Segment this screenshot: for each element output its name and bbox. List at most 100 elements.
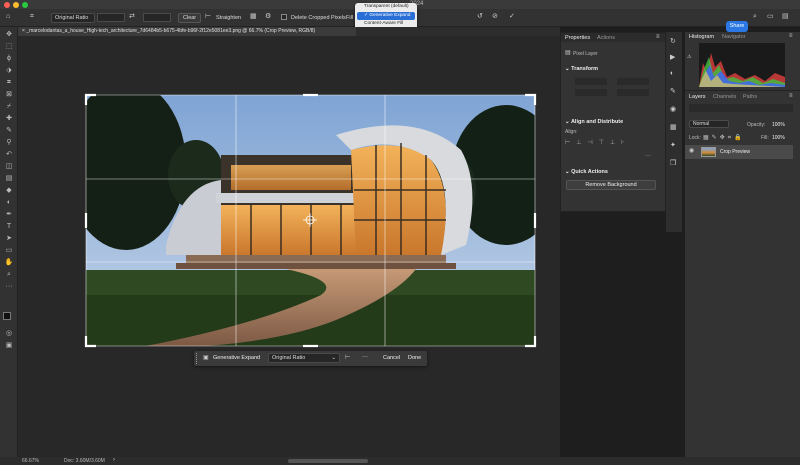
move-tool-icon[interactable]: ✥ xyxy=(4,31,14,38)
lasso-tool-icon[interactable]: ϕ xyxy=(4,55,14,62)
pen-tool-icon[interactable]: ✒ xyxy=(4,211,14,218)
quick-mask-icon[interactable]: ◎ xyxy=(4,330,14,337)
crop-overlay[interactable] xyxy=(18,36,560,457)
swap-dimensions-icon[interactable]: ⇄ xyxy=(129,13,135,20)
frame-tool-icon[interactable]: ⊠ xyxy=(4,91,14,98)
zoom-tool-icon[interactable]: ⌕ xyxy=(4,271,14,278)
tab-properties[interactable]: Properties xyxy=(565,35,590,41)
align-header[interactable]: ⌄ Align and Distribute xyxy=(565,119,623,125)
layer-visibility-eye-icon[interactable]: ◉ xyxy=(689,148,694,155)
lock-buttons-icon[interactable]: ▦✎✥⌗🔒 xyxy=(703,134,745,142)
transform-h-field[interactable] xyxy=(617,78,649,85)
color-panel-icon[interactable]: ◉ xyxy=(670,106,676,113)
cancel-button[interactable]: Cancel xyxy=(383,355,400,361)
transform-w-field[interactable] xyxy=(575,78,607,85)
eraser-tool-icon[interactable]: ◫ xyxy=(4,163,14,170)
reset-icon[interactable]: ↺ xyxy=(477,13,483,20)
delete-cropped-checkbox[interactable] xyxy=(281,14,287,20)
more-tools-icon[interactable]: ··· xyxy=(4,283,14,290)
zoom-window-button[interactable] xyxy=(22,2,28,8)
tools-panel: ✥ ⬚ ϕ ⬗ ⌗ ⊠ ⌿ ✚ ✎ ⚲ ↶ ◫ ▤ ◆ ◐ ✒ T ➤ ▭ ✋ … xyxy=(0,27,18,457)
more-options-button[interactable]: ··· xyxy=(362,354,368,360)
layer-row[interactable]: ◉ Crop Preview xyxy=(685,145,793,159)
styles-icon[interactable]: ✦ xyxy=(670,142,676,149)
play-action-icon[interactable]: ▶ xyxy=(670,54,675,61)
libraries-icon[interactable]: ❒ xyxy=(670,160,676,167)
opacity-value[interactable]: 100% xyxy=(772,122,785,128)
blend-mode-dropdown[interactable]: Normal xyxy=(689,120,729,128)
brush-settings-icon[interactable]: ✎ xyxy=(670,88,676,95)
straighten-task-icon[interactable]: ⊢ xyxy=(345,355,350,362)
cancel-crop-icon[interactable]: ⊘ xyxy=(492,13,498,20)
home-icon[interactable]: ⌂ xyxy=(6,13,10,20)
straighten-icon[interactable]: ⊢ xyxy=(205,13,211,20)
panel-menu-icon[interactable]: ≡ xyxy=(656,34,660,41)
layer-filter-bar[interactable] xyxy=(689,104,793,112)
tab-histogram[interactable]: Histogram xyxy=(689,34,714,40)
minimize-window-button[interactable] xyxy=(13,2,19,8)
tab-layers[interactable]: Layers xyxy=(689,94,706,100)
layers-menu-icon[interactable]: ≡ xyxy=(789,93,793,100)
taskbar-ratio-dropdown[interactable]: Original Ratio ⌄ xyxy=(268,353,340,363)
crop-tool-icon[interactable]: ⌗ xyxy=(30,13,34,20)
crop-handles[interactable] xyxy=(84,93,537,348)
share-button[interactable]: Share xyxy=(726,21,748,32)
done-button[interactable]: Done xyxy=(408,355,421,361)
histogram-refresh-icon[interactable]: ⚠ xyxy=(687,54,691,61)
status-arrow-icon[interactable]: › xyxy=(113,457,115,464)
generative-expand-label[interactable]: Generative Expand xyxy=(213,355,260,361)
type-tool-icon[interactable]: T xyxy=(4,223,14,230)
horizontal-scrollbar[interactable] xyxy=(288,459,368,463)
fill-option-generative-expand[interactable]: ✓ Generative Expand xyxy=(357,11,415,20)
workspace-icon[interactable]: ▭ xyxy=(767,13,774,20)
close-window-button[interactable] xyxy=(4,2,10,8)
screen-mode-icon[interactable]: ▣ xyxy=(4,342,14,349)
arrange-icon[interactable]: ▤ xyxy=(782,13,789,20)
align-buttons-icon[interactable]: ⊢⊥⊣⊤⊥⊦ xyxy=(565,139,630,146)
fill-option-transparent[interactable]: Transparent (default) xyxy=(355,3,417,12)
layer-name: Crop Preview xyxy=(720,149,751,155)
tab-actions[interactable]: Actions xyxy=(597,35,615,41)
crop-height-field[interactable] xyxy=(143,13,171,22)
transform-x-field[interactable] xyxy=(575,89,607,96)
straighten-label[interactable]: Straighten xyxy=(216,15,241,21)
zoom-level[interactable]: 66.67% xyxy=(22,458,39,464)
search-icon[interactable]: ⌕ xyxy=(753,13,757,20)
adjustments-icon[interactable]: ◐ xyxy=(670,70,674,77)
swatches-icon[interactable]: ▦ xyxy=(670,124,677,131)
clear-button[interactable]: Clear xyxy=(178,13,202,23)
object-select-tool-icon[interactable]: ⬗ xyxy=(4,67,14,74)
blur-tool-icon[interactable]: ◆ xyxy=(4,187,14,194)
fill-opacity-value[interactable]: 100% xyxy=(772,135,785,141)
foreground-color-swatch[interactable] xyxy=(3,312,11,320)
grid-overlay-icon[interactable]: ▦ xyxy=(250,13,257,20)
tab-channels[interactable]: Channels xyxy=(713,94,736,100)
gradient-tool-icon[interactable]: ▤ xyxy=(4,175,14,182)
crop-width-field[interactable] xyxy=(97,13,125,22)
histogram-menu-icon[interactable]: ≡ xyxy=(789,33,793,40)
transform-header[interactable]: ⌄ Transform xyxy=(565,66,598,72)
dodge-tool-icon[interactable]: ◐ xyxy=(4,199,14,206)
history-panel-icon[interactable]: ↻ xyxy=(670,38,676,45)
transform-y-field[interactable] xyxy=(617,89,649,96)
crop-ratio-dropdown[interactable]: Original Ratio xyxy=(51,13,95,23)
document-tab[interactable]: × _marcelodantas_a_house_High-tech_archi… xyxy=(18,27,356,36)
settings-gear-icon[interactable]: ⚙ xyxy=(265,13,271,20)
marquee-tool-icon[interactable]: ⬚ xyxy=(4,43,14,50)
clone-stamp-icon[interactable]: ⚲ xyxy=(4,139,14,146)
brush-tool-icon[interactable]: ✎ xyxy=(4,127,14,134)
hand-tool-icon[interactable]: ✋ xyxy=(4,259,14,266)
commit-crop-icon[interactable]: ✓ xyxy=(509,13,515,20)
healing-brush-icon[interactable]: ✚ xyxy=(4,115,14,122)
path-select-icon[interactable]: ➤ xyxy=(4,235,14,242)
tab-navigator[interactable]: Navigator xyxy=(722,34,746,40)
history-brush-icon[interactable]: ↶ xyxy=(4,151,14,158)
crop-tool-active-icon[interactable]: ⌗ xyxy=(4,79,14,86)
tab-paths[interactable]: Paths xyxy=(743,94,757,100)
shape-tool-icon[interactable]: ▭ xyxy=(4,247,14,254)
remove-background-button[interactable]: Remove Background xyxy=(566,180,656,190)
quick-actions-header[interactable]: ⌄ Quick Actions xyxy=(565,169,608,175)
drag-handle-icon[interactable] xyxy=(196,353,198,364)
eyedropper-tool-icon[interactable]: ⌿ xyxy=(4,103,14,110)
more-align-icon[interactable]: ··· xyxy=(645,153,651,160)
